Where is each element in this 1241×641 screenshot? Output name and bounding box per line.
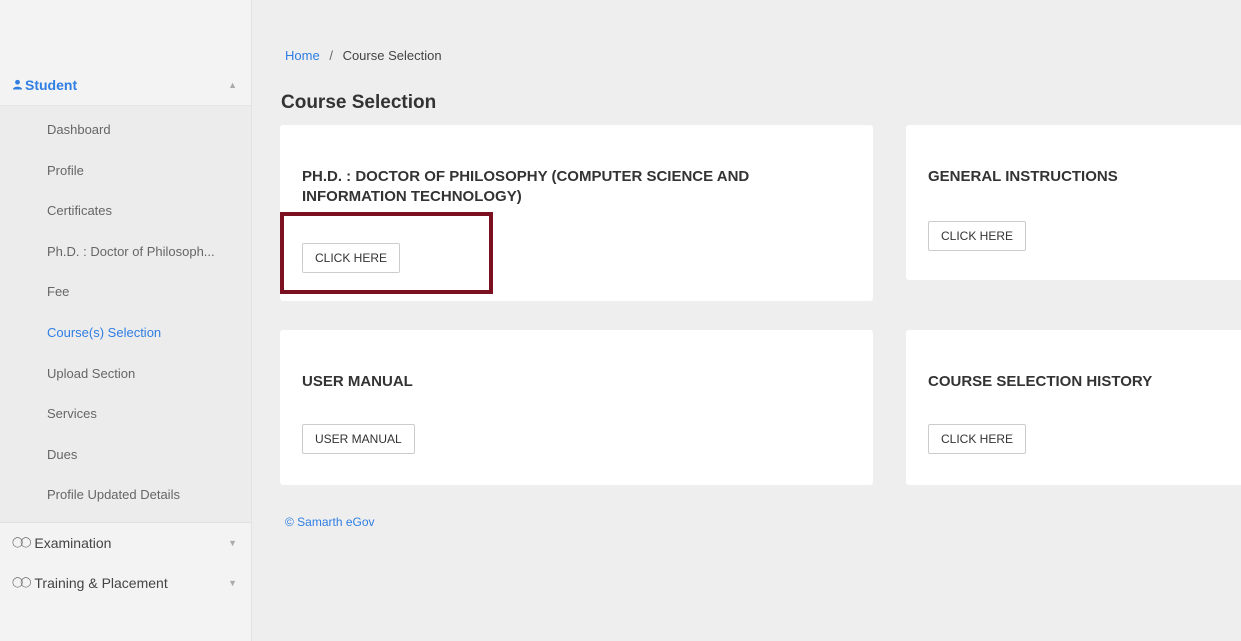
breadcrumb-home-link[interactable]: Home xyxy=(285,48,320,63)
examination-header-label-wrap: ◯◯ Examination xyxy=(12,535,111,551)
sidebar-item-phd[interactable]: Ph.D. : Doctor of Philosoph... xyxy=(0,232,251,273)
training-section-label: Training & Placement xyxy=(34,574,168,591)
course-selection-history-title: COURSE SELECTION HISTORY xyxy=(928,373,1153,390)
sidebar-item-dues[interactable]: Dues xyxy=(0,435,251,476)
sidebar-item-certificates[interactable]: Certificates xyxy=(0,191,251,232)
sidebar-item-services[interactable]: Services xyxy=(0,394,251,435)
general-instructions-title: GENERAL INSTRUCTIONS xyxy=(928,168,1118,185)
course-selection-history-button[interactable]: CLICK HERE xyxy=(928,424,1027,454)
sidebar-item-dashboard[interactable]: Dashboard xyxy=(0,110,251,151)
course-selection-history-card: COURSE SELECTION HISTORY CLICK HERE xyxy=(906,330,1241,485)
main-content: Home / Course Selection Course Selection… xyxy=(252,0,1241,641)
phd-click-here-button[interactable]: CLICK HERE xyxy=(302,243,401,273)
student-submenu: Dashboard Profile Certificates Ph.D. : D… xyxy=(0,106,251,523)
phd-card: PH.D. : DOCTOR OF PHILOSOPHY (COMPUTER S… xyxy=(280,125,873,301)
chevron-down-icon: ▼ xyxy=(228,577,237,588)
sidebar-item-fee[interactable]: Fee xyxy=(0,272,251,313)
sidebar-item-course-selection[interactable]: Course(s) Selection xyxy=(0,313,251,354)
sidebar-item-upload-section[interactable]: Upload Section xyxy=(0,354,251,395)
sidebar-item-profile[interactable]: Profile xyxy=(0,151,251,192)
phd-card-title: PH.D. : DOCTOR OF PHILOSOPHY (COMPUTER S… xyxy=(302,168,750,205)
user-manual-title: USER MANUAL xyxy=(302,373,413,390)
breadcrumb: Home / Course Selection xyxy=(285,48,442,63)
sidebar-section-examination[interactable]: ◯◯ Examination ▼ xyxy=(0,523,251,563)
user-manual-button[interactable]: USER MANUAL xyxy=(302,424,415,454)
breadcrumb-current: Course Selection xyxy=(342,48,442,63)
sidebar-section-training[interactable]: ◯◯ Training & Placement ▼ xyxy=(0,563,251,603)
breadcrumb-separator: / xyxy=(329,48,333,63)
training-header-label-wrap: ◯◯ Training & Placement xyxy=(12,575,168,591)
chevron-down-icon: ▼ xyxy=(228,537,237,548)
examination-section-label: Examination xyxy=(34,534,112,551)
users-icon: ◯◯ xyxy=(12,577,31,589)
student-header-label-wrap: Student xyxy=(12,77,77,93)
chevron-up-icon: ▲ xyxy=(228,79,237,90)
page-title: Course Selection xyxy=(281,92,437,113)
sidebar-item-profile-updated-details[interactable]: Profile Updated Details xyxy=(0,475,251,516)
student-section-label: Student xyxy=(25,76,78,93)
sidebar-section-student[interactable]: Student ▲ xyxy=(0,64,251,106)
general-instructions-button[interactable]: CLICK HERE xyxy=(928,221,1027,251)
general-instructions-card: GENERAL INSTRUCTIONS CLICK HERE xyxy=(906,125,1241,280)
users-icon: ◯◯ xyxy=(12,537,31,549)
user-manual-card: USER MANUAL USER MANUAL xyxy=(280,330,873,485)
footer-copyright: © Samarth eGov xyxy=(285,515,375,529)
sidebar: Student ▲ Dashboard Profile Certificates… xyxy=(0,0,252,641)
user-icon xyxy=(12,79,23,90)
